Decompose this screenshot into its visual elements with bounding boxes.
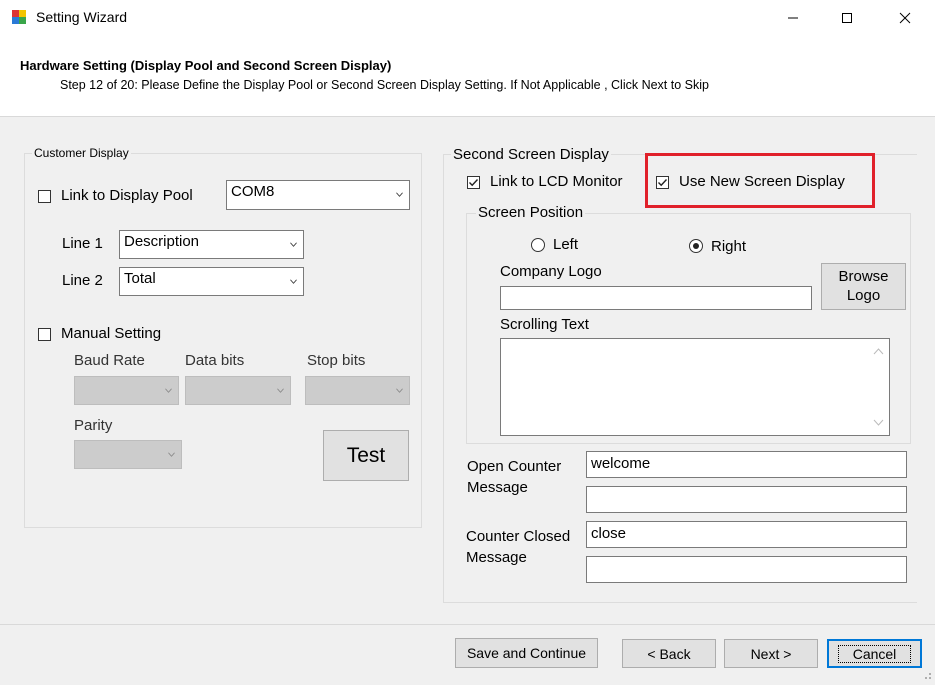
chevron-down-icon	[396, 192, 403, 197]
step-subtitle: Step 12 of 20: Please Define the Display…	[60, 78, 709, 92]
line2-value: Total	[124, 270, 156, 287]
data-bits-select[interactable]	[185, 376, 291, 405]
scroll-up-icon	[873, 348, 884, 355]
radio-selected-dot	[693, 243, 699, 249]
com-port-select[interactable]: COM8	[226, 180, 410, 210]
com-port-value: COM8	[231, 183, 275, 200]
scrolling-text-label: Scrolling Text	[500, 316, 589, 333]
stop-bits-select[interactable]	[305, 376, 410, 405]
back-button[interactable]: < Back	[622, 639, 716, 668]
open-counter-input-2[interactable]	[586, 486, 907, 513]
counter-closed-input-1[interactable]: close	[586, 521, 907, 548]
line1-value: Description	[124, 233, 200, 250]
parity-select[interactable]	[74, 440, 182, 469]
wizard-header	[0, 36, 935, 117]
chevron-down-icon	[396, 387, 403, 393]
close-button[interactable]	[882, 0, 928, 36]
link-lcd-label: Link to LCD Monitor	[490, 173, 623, 190]
line2-select[interactable]: Total	[119, 267, 304, 296]
baud-rate-select[interactable]	[74, 376, 179, 405]
use-new-screen-checkbox[interactable]	[656, 176, 669, 189]
line1-label: Line 1	[62, 235, 103, 252]
open-counter-label: Open Counter Message	[467, 458, 562, 496]
left-radio[interactable]	[531, 238, 545, 252]
chevron-down-icon	[168, 451, 175, 457]
checkmark-icon	[658, 179, 668, 187]
save-continue-button[interactable]: Save and Continue	[455, 638, 598, 668]
use-new-screen-label: Use New Screen Display	[679, 173, 845, 190]
checkmark-icon	[469, 179, 479, 187]
line1-select[interactable]: Description	[119, 230, 304, 259]
minimize-button[interactable]	[770, 0, 816, 36]
resize-grip-icon[interactable]	[922, 667, 932, 679]
chevron-down-icon	[277, 387, 284, 393]
app-icon	[11, 9, 27, 25]
manual-setting-checkbox[interactable]	[38, 328, 51, 341]
scroll-down-icon	[873, 419, 884, 426]
stop-bits-label: Stop bits	[307, 352, 366, 369]
scrolling-text-area[interactable]	[500, 338, 890, 436]
minimize-icon	[788, 17, 798, 19]
window-title: Setting Wizard	[36, 9, 128, 25]
parity-label: Parity	[74, 417, 113, 434]
chevron-down-icon	[165, 387, 172, 393]
customer-display-legend: Customer Display	[32, 146, 131, 160]
maximize-icon	[842, 13, 852, 23]
step-title: Hardware Setting (Display Pool and Secon…	[20, 58, 392, 73]
company-logo-input[interactable]	[500, 286, 812, 310]
company-logo-label: Company Logo	[500, 263, 602, 280]
manual-setting-label: Manual Setting	[61, 325, 162, 342]
link-lcd-checkbox[interactable]	[467, 176, 480, 189]
next-button[interactable]: Next >	[724, 639, 818, 668]
scrollbar[interactable]	[869, 340, 888, 434]
close-icon	[899, 12, 911, 24]
chevron-down-icon	[290, 241, 297, 247]
line2-label: Line 2	[62, 272, 103, 289]
right-radio-label: Right	[711, 238, 747, 255]
maximize-button[interactable]	[824, 0, 870, 36]
open-counter-input-1[interactable]: welcome	[586, 451, 907, 478]
left-radio-label: Left	[553, 236, 579, 253]
chevron-down-icon	[290, 278, 297, 284]
test-button[interactable]: Test	[323, 430, 409, 481]
cancel-button[interactable]: Cancel	[827, 639, 922, 668]
baud-rate-label: Baud Rate	[74, 352, 145, 369]
data-bits-label: Data bits	[185, 352, 245, 369]
link-display-pool-label: Link to Display Pool	[61, 187, 193, 204]
right-radio[interactable]	[689, 239, 703, 253]
second-screen-legend: Second Screen Display	[451, 146, 611, 163]
screen-position-legend: Screen Position	[476, 204, 586, 221]
browse-logo-button[interactable]: Browse Logo	[821, 263, 906, 310]
footer-divider	[0, 624, 935, 625]
cancel-label: Cancel	[837, 644, 912, 663]
link-display-pool-checkbox[interactable]	[38, 190, 51, 203]
counter-closed-input-2[interactable]	[586, 556, 907, 583]
counter-closed-label: Counter Closed Message	[466, 528, 571, 566]
